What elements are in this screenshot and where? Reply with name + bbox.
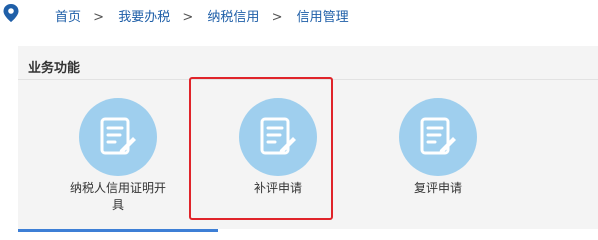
card-label: 纳税人信用证明开具 [69,181,166,212]
breadcrumb-home[interactable]: 首页 [55,10,81,25]
breadcrumb-credit-management[interactable]: 信用管理 [297,10,349,25]
breadcrumb: 首页 > 我要办税 > 纳税信用 > 信用管理 [0,0,598,30]
card-label: 复评申请 [413,181,462,195]
edit-document-icon [399,98,477,176]
breadcrumb-separator: > [271,10,283,25]
page: 首页 > 我要办税 > 纳税信用 > 信用管理 业务功能 纳税人信用证明开具 补… [0,0,598,233]
location-pin-icon [3,4,19,22]
re-evaluation-card[interactable]: 复评申请 [368,80,508,220]
breadcrumb-separator: > [93,10,105,25]
edit-document-icon [79,98,157,176]
breadcrumb-trail: 首页 > 我要办税 > 纳税信用 > 信用管理 [55,6,349,25]
breadcrumb-separator: > [182,10,194,25]
panel-title: 业务功能 [28,61,81,76]
bottom-scroll-indicator [18,229,218,232]
breadcrumb-tax-handling[interactable]: 我要办税 [118,10,170,25]
breadcrumb-tax-credit[interactable]: 纳税信用 [207,10,259,25]
highlight-box [189,77,333,220]
credit-certificate-card[interactable]: 纳税人信用证明开具 [48,80,188,220]
